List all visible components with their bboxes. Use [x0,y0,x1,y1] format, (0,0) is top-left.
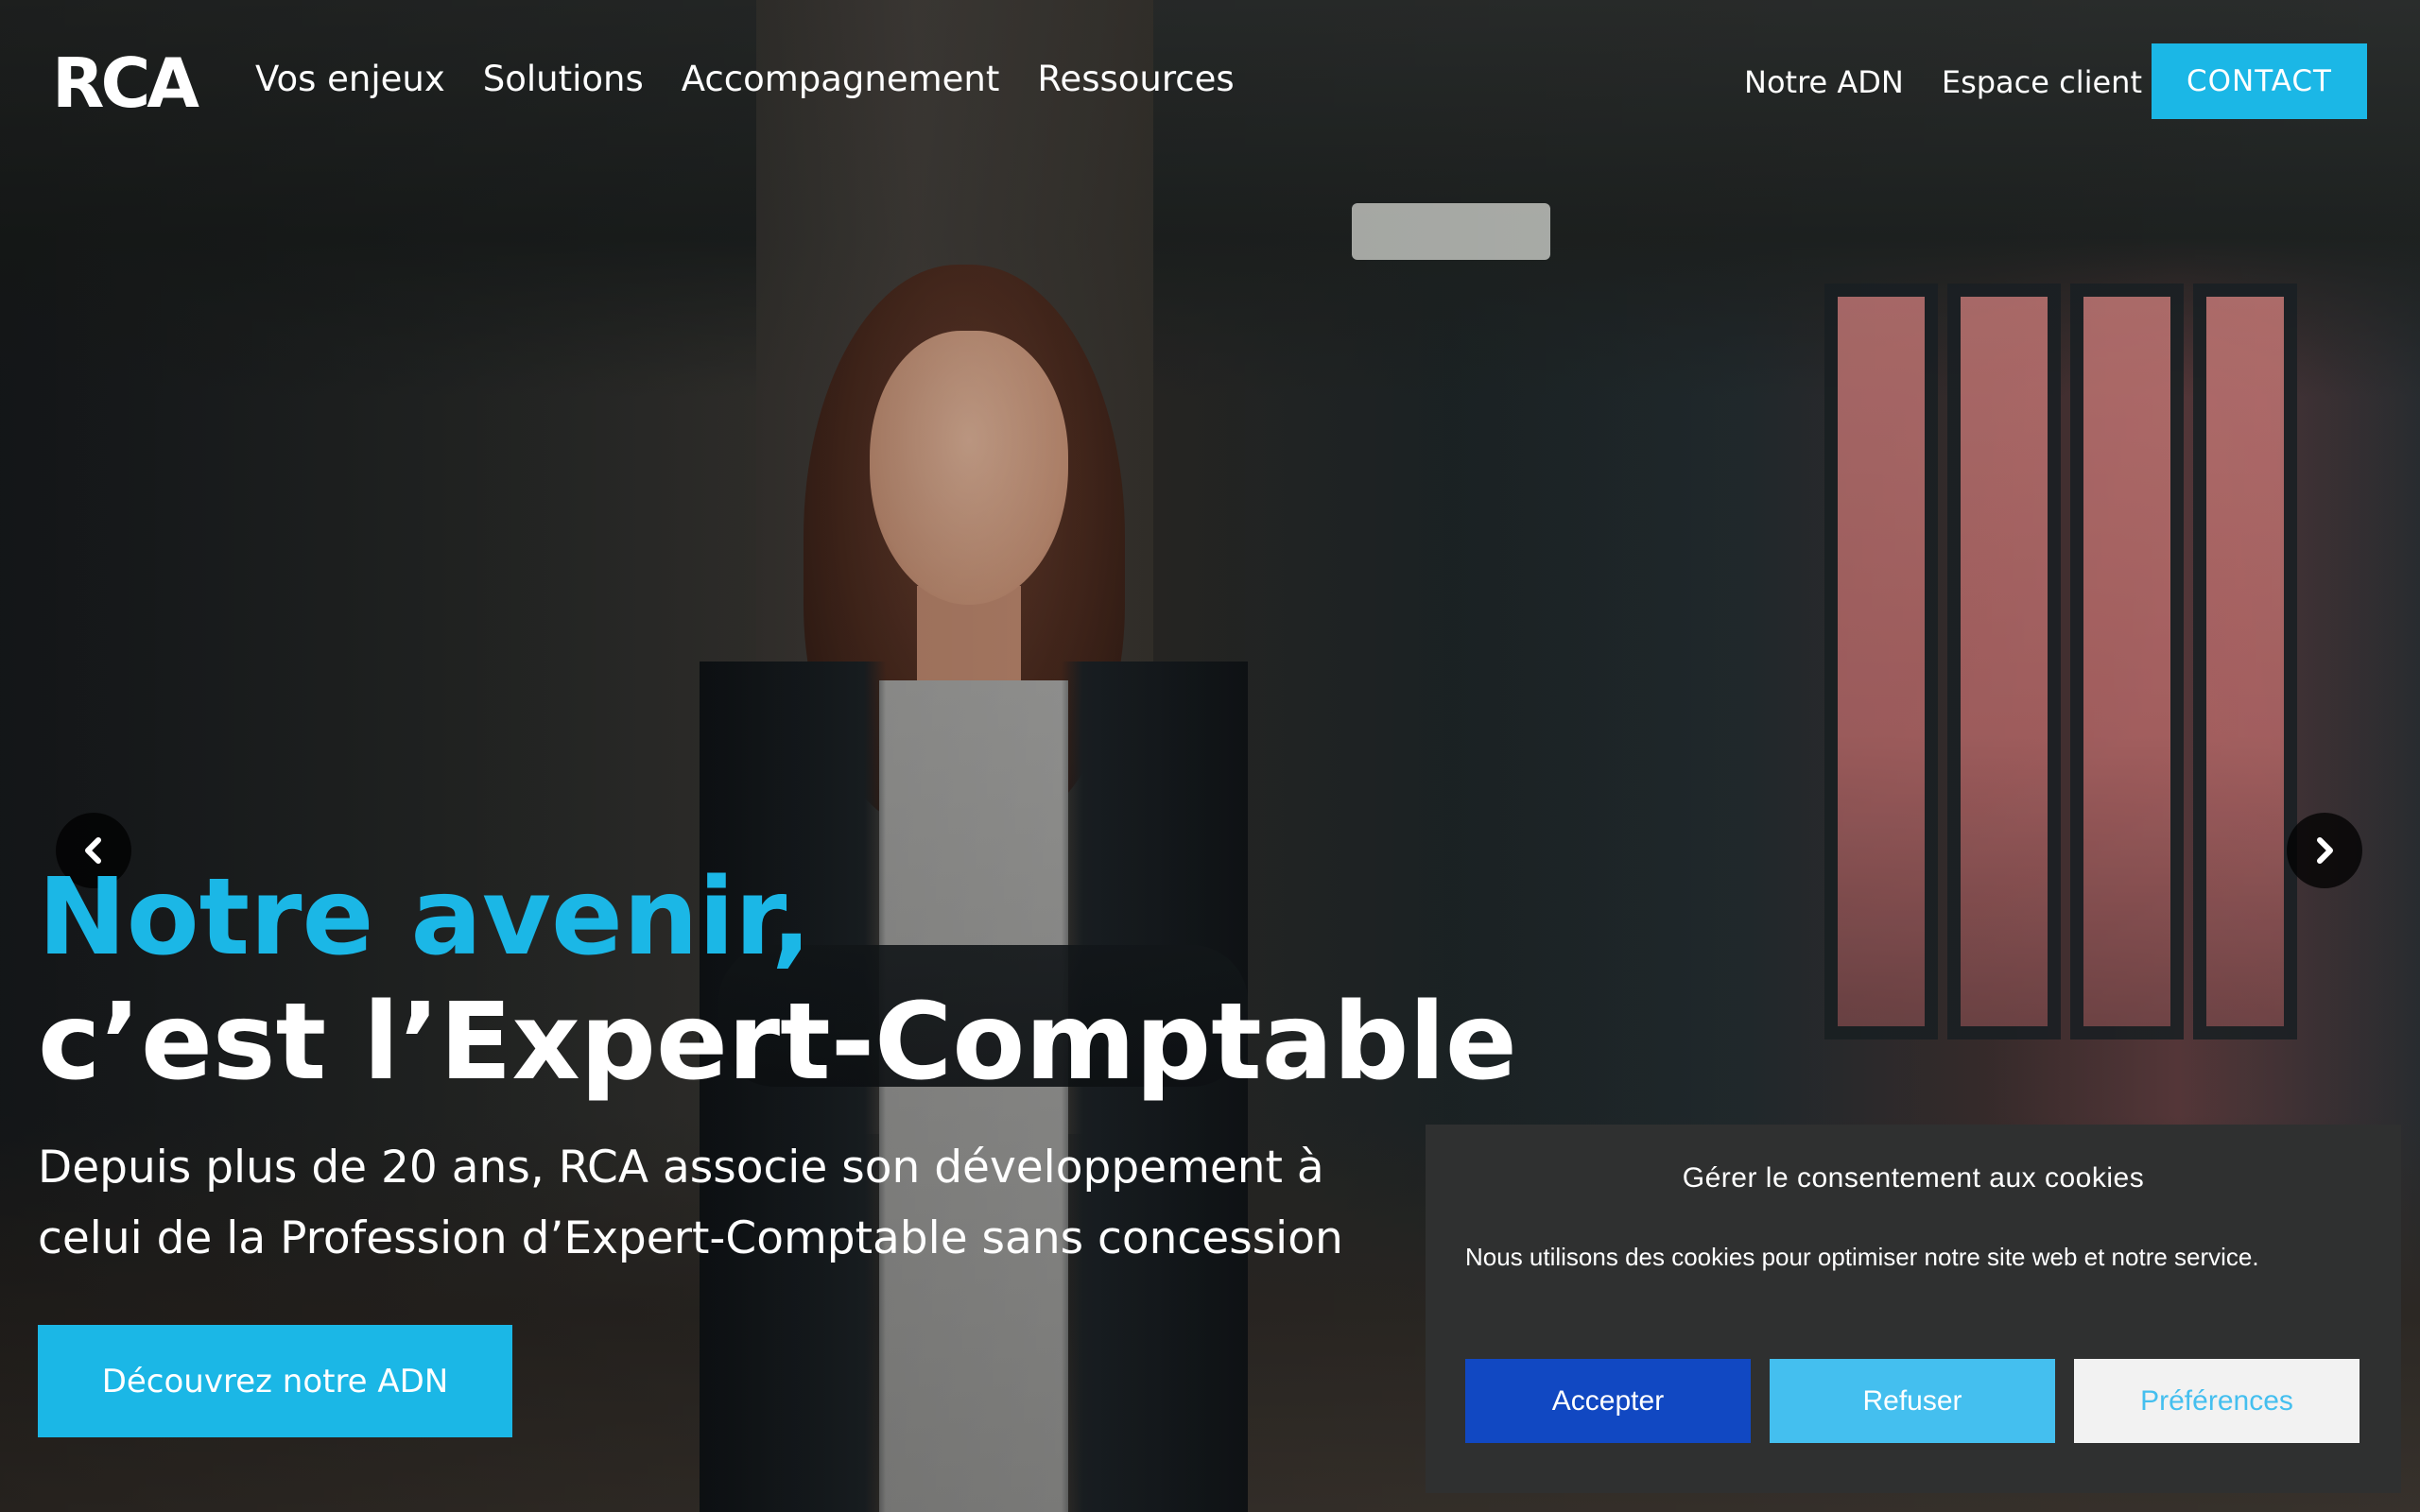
cookie-preferences-button[interactable]: Préférences [2074,1359,2360,1443]
accept-cookies-button[interactable]: Accepter [1465,1359,1751,1443]
cookie-title: Gérer le consentement aux cookies [1682,1162,2145,1194]
chevron-right-icon [2317,837,2333,864]
rca-logo[interactable]: RCA [52,49,199,117]
hero-subtitle: Depuis plus de 20 ans, RCA associe son d… [38,1142,1343,1265]
hero-title-line2: c’est l’Expert-Comptable [38,981,1517,1105]
cookie-consent-banner: Gérer le consentement aux cookies Nous u… [1426,1125,2401,1493]
nav-accompagnement[interactable]: Accompagnement [682,59,1000,99]
contact-button[interactable]: CONTACT [2152,43,2367,119]
nav-notre-adn[interactable]: Notre ADN [1744,64,1904,100]
discover-adn-button[interactable]: Découvrez notre ADN [38,1325,512,1437]
hero-title-line1: Notre avenir, [38,856,812,979]
nav-ressources[interactable]: Ressources [1037,59,1234,99]
cookie-buttons: Accepter Refuser Préférences [1465,1359,2360,1443]
cookie-text: Nous utilisons des cookies pour optimise… [1465,1243,2259,1271]
nav-solutions[interactable]: Solutions [483,59,644,99]
nav-espace-client[interactable]: Espace client [1942,64,2142,100]
refuse-cookies-button[interactable]: Refuser [1770,1359,2055,1443]
nav-vos-enjeux[interactable]: Vos enjeux [255,59,445,99]
hero-title: Notre avenir, c’est l’Expert-Comptable [38,855,1517,1105]
carousel-next-button[interactable] [2287,813,2362,888]
site-header: RCA Vos enjeux Solutions Accompagnement … [0,0,2420,165]
main-nav: Vos enjeux Solutions Accompagnement Ress… [255,59,1235,99]
secondary-nav: Notre ADN Espace client [1744,64,2142,100]
